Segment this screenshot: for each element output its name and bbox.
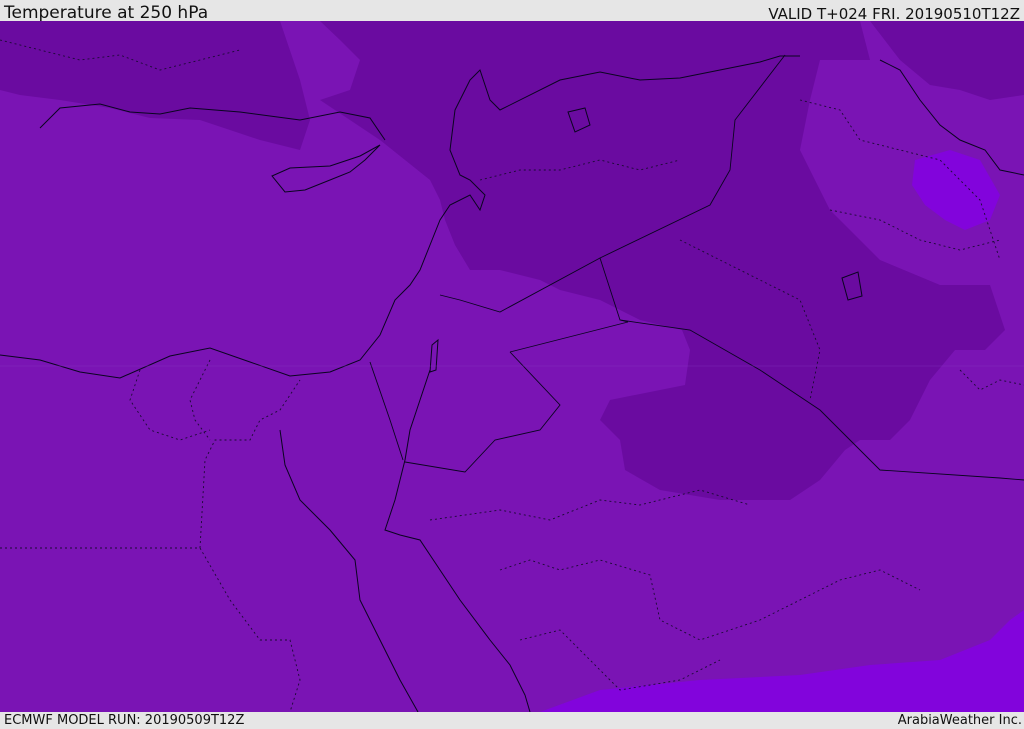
credit-label: ArabiaWeather Inc.	[897, 713, 1022, 728]
map-canvas	[0, 21, 1024, 712]
model-run-label: ECMWF MODEL RUN: 20190509T12Z	[4, 713, 245, 728]
map-footer: ECMWF MODEL RUN: 20190509T12Z ArabiaWeat…	[0, 712, 1024, 729]
map-header: Temperature at 250 hPa VALID T+024 FRI. …	[0, 0, 1024, 23]
temperature-map[interactable]	[0, 21, 1024, 712]
weather-map-window: Temperature at 250 hPa VALID T+024 FRI. …	[0, 0, 1024, 729]
